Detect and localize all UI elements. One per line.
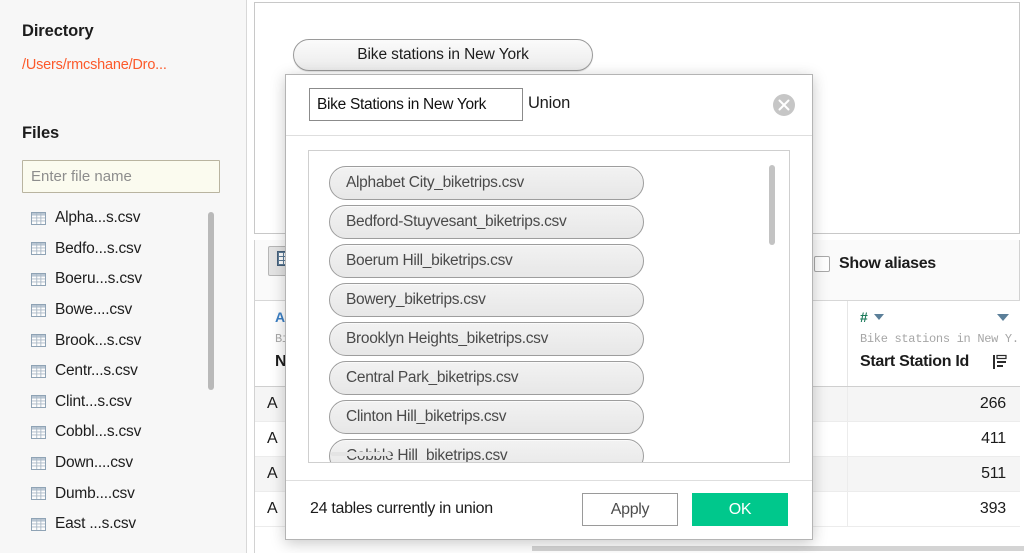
file-list-item[interactable]: Brook...s.csv (22, 325, 222, 356)
column-menu-chevron-icon[interactable] (997, 314, 1009, 321)
file-list-item[interactable]: Centr...s.csv (22, 356, 222, 387)
union-table-chip[interactable]: Alphabet City_biketrips.csv (329, 166, 644, 200)
table-icon (31, 212, 46, 225)
file-name-input[interactable] (22, 160, 220, 193)
table-icon (31, 395, 46, 408)
cell-start-station-id: 266 (848, 387, 1020, 421)
table-icon (31, 487, 46, 500)
file-list-item[interactable]: Bowe....csv (22, 295, 222, 326)
file-list-item-label: Clint...s.csv (55, 393, 132, 411)
chevron-down-icon[interactable] (874, 314, 884, 320)
column-type-glyph-numeric: # (860, 309, 884, 325)
align-right-icon[interactable] (992, 354, 1007, 375)
file-list-item-label: Dumb....csv (55, 485, 135, 503)
union-table-list-box: Alphabet City_biketrips.csv Bedford-Stuyv… (308, 150, 790, 463)
union-dialog: Union Alphabet City_biketrips.csv Bedford… (285, 74, 813, 540)
table-icon (31, 334, 46, 347)
file-list-item-label: Boeru...s.csv (55, 270, 142, 288)
union-table-chip-label: Clinton Hill_biketrips.csv (346, 408, 506, 426)
union-table-chip[interactable]: Cobble Hill_biketrips.csv (329, 439, 644, 463)
union-dialog-body: Alphabet City_biketrips.csv Bedford-Stuyv… (286, 135, 812, 482)
union-table-chip[interactable]: Central Park_biketrips.csv (329, 361, 644, 395)
cell-start-station-id: 393 (848, 492, 1020, 526)
file-list-item-label: Cobbl...s.csv (55, 423, 141, 441)
file-list-item[interactable]: Cobbl...s.csv (22, 417, 222, 448)
union-table-chip[interactable]: Boerum Hill_biketrips.csv (329, 244, 644, 278)
file-list-item-label: Brook...s.csv (55, 332, 141, 350)
file-list-item[interactable]: Alpha...s.csv (22, 203, 222, 234)
show-aliases-label: Show aliases (839, 255, 936, 273)
directory-path[interactable]: /Users/rmcshane/Dro... (22, 57, 167, 73)
file-list-item[interactable]: Dumb....csv (22, 478, 222, 509)
canvas-horizontal-scrollbar[interactable] (532, 546, 1024, 551)
app-root: Directory /Users/rmcshane/Dro... Files A… (0, 0, 1024, 553)
file-list-item-label: Down....csv (55, 454, 133, 472)
union-table-chip[interactable]: Clinton Hill_biketrips.csv (329, 400, 644, 434)
table-icon (31, 426, 46, 439)
file-list-item-label: Centr...s.csv (55, 362, 138, 380)
hash-icon: # (860, 309, 868, 325)
table-icon (31, 304, 46, 317)
file-list-item[interactable]: Bedfo...s.csv (22, 234, 222, 265)
show-aliases-control[interactable]: Show aliases (814, 255, 936, 273)
files-heading: Files (22, 124, 59, 143)
cell-start-station-id: 411 (848, 422, 1020, 456)
directory-heading: Directory (22, 22, 94, 41)
table-icon (31, 365, 46, 378)
union-title-input[interactable] (309, 88, 523, 121)
union-table-chip-label: Central Park_biketrips.csv (346, 369, 518, 387)
union-list-horizontal-scrollbar[interactable] (331, 452, 391, 456)
table-icon (31, 273, 46, 286)
file-list-item[interactable]: Down....csv (22, 448, 222, 479)
file-list-item[interactable]: East ...s.csv (22, 509, 222, 540)
sidebar: Directory /Users/rmcshane/Dro... Files A… (0, 0, 247, 553)
union-table-chip-label: Brooklyn Heights_biketrips.csv (346, 330, 548, 348)
union-table-chip-label: Bowery_biketrips.csv (346, 291, 486, 309)
ok-button[interactable]: OK (692, 493, 788, 526)
cell-start-station-id: 511 (848, 457, 1020, 491)
union-table-chip-label: Bedford-Stuyvesant_biketrips.csv (346, 213, 566, 231)
column-name-label: Start Station Id (860, 353, 969, 371)
union-count-label: 24 tables currently in union (310, 500, 493, 518)
table-icon (31, 518, 46, 531)
union-table-list: Alphabet City_biketrips.csv Bedford-Stuyv… (329, 166, 644, 463)
flow-node-bike-stations[interactable]: Bike stations in New York (293, 39, 593, 71)
union-table-chip[interactable]: Bedford-Stuyvesant_biketrips.csv (329, 205, 644, 239)
apply-button[interactable]: Apply (582, 493, 678, 526)
union-table-chip-label: Alphabet City_biketrips.csv (346, 174, 524, 192)
union-table-chip-label: Boerum Hill_biketrips.csv (346, 252, 513, 270)
union-dialog-footer: 24 tables currently in union Apply OK (286, 480, 812, 539)
union-list-scrollbar[interactable] (769, 165, 775, 245)
file-list-item[interactable]: Clint...s.csv (22, 387, 222, 418)
close-icon[interactable] (772, 93, 796, 117)
table-icon (31, 457, 46, 470)
file-list-item-label: Bedfo...s.csv (55, 240, 141, 258)
grid-column-header-start-station-id[interactable]: # Bike stations in New Y... Start Statio… (848, 301, 1020, 386)
column-source-label: Bike stations in New Y... (860, 332, 1020, 346)
table-icon (31, 242, 46, 255)
union-dialog-header: Union (286, 75, 812, 136)
file-list-item-label: East ...s.csv (55, 515, 136, 533)
file-list-item-label: Alpha...s.csv (55, 209, 140, 227)
union-table-chip[interactable]: Brooklyn Heights_biketrips.csv (329, 322, 644, 356)
file-list-item[interactable]: Boeru...s.csv (22, 264, 222, 295)
sidebar-scrollbar[interactable] (208, 212, 214, 390)
file-list-item-label: Bowe....csv (55, 301, 132, 319)
union-table-chip[interactable]: Bowery_biketrips.csv (329, 283, 644, 317)
show-aliases-checkbox[interactable] (814, 256, 830, 272)
file-list: Alpha...s.csv Bedfo...s.csv Boeru...s.csv B… (22, 203, 222, 540)
